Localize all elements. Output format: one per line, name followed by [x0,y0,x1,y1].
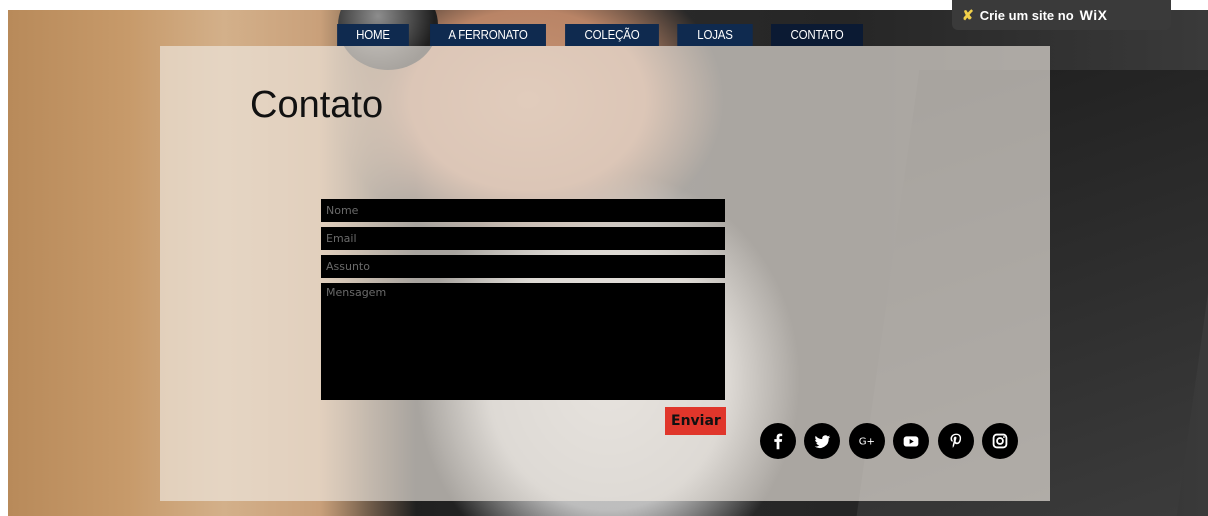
wix-banner-text: Crie um site no [979,7,1074,23]
pinterest-icon[interactable] [938,423,974,459]
message-field[interactable] [321,283,725,400]
wix-promo-banner[interactable]: ✘ Crie um site no WiX [952,0,1171,30]
page-title: Contato [250,84,384,126]
google-plus-icon[interactable]: G+ [849,423,885,459]
youtube-icon[interactable] [893,423,929,459]
name-field[interactable] [321,199,725,222]
twitter-icon[interactable] [804,423,840,459]
instagram-icon[interactable] [982,423,1018,459]
wix-x-icon: ✘ [962,6,974,23]
svg-text:G+: G+ [859,437,875,448]
send-button[interactable]: Enviar [665,407,726,435]
wix-brand: WiX [1079,7,1108,23]
facebook-icon[interactable] [760,423,796,459]
nav-contato[interactable]: CONTATO [771,24,863,46]
nav-colecao[interactable]: COLEÇÃO [565,24,659,46]
subject-field[interactable] [321,255,725,278]
nav-home[interactable]: HOME [337,24,409,46]
nav-lojas[interactable]: LOJAS [677,24,753,46]
email-field[interactable] [321,227,725,250]
nav-a-ferronato[interactable]: A FERRONATO [430,24,546,46]
